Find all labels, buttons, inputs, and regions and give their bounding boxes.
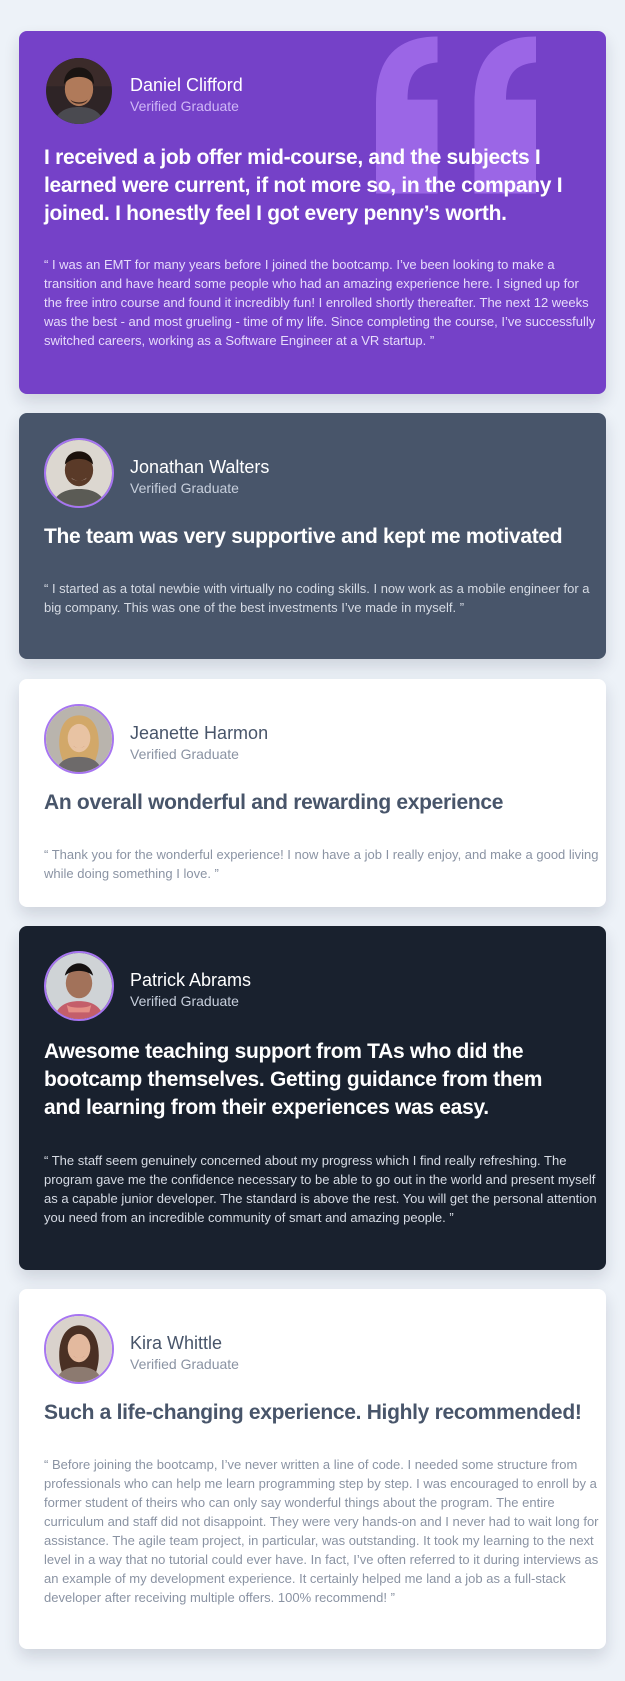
author-name: Daniel Clifford bbox=[130, 75, 243, 95]
testimonial-headline: The team was very supportive and kept me… bbox=[44, 525, 563, 548]
testimonial-headline: I received a job offer mid-course, and t… bbox=[44, 146, 563, 225]
author-role: Verified Graduate bbox=[130, 98, 239, 114]
testimonial-card-daniel-clifford: Daniel Clifford Verified Graduate I rece… bbox=[19, 31, 606, 394]
testimonial-body: “ I started as a total newbie with virtu… bbox=[44, 581, 590, 615]
author-role: Verified Graduate bbox=[130, 480, 239, 496]
testimonial-headline: Awesome teaching support from TAs who di… bbox=[44, 1040, 543, 1119]
author-name: Patrick Abrams bbox=[130, 970, 252, 990]
avatar bbox=[44, 56, 114, 126]
author-role: Verified Graduate bbox=[130, 1356, 239, 1372]
author-role: Verified Graduate bbox=[130, 746, 239, 762]
avatar bbox=[44, 438, 114, 508]
avatar bbox=[44, 951, 114, 1021]
testimonial-card-kira-whittle: Kira Whittle Verified Graduate Such a li… bbox=[19, 1289, 606, 1649]
testimonial-body: “ Before joining the bootcamp, I’ve neve… bbox=[44, 1457, 599, 1605]
testimonial-card-jonathan-walters: Jonathan Walters Verified Graduate The t… bbox=[19, 413, 606, 659]
testimonial-card-jeanette-harmon: Jeanette Harmon Verified Graduate An ove… bbox=[19, 679, 606, 907]
testimonial-body: “ Thank you for the wonderful experience… bbox=[44, 847, 599, 881]
testimonial-body: “ I was an EMT for many years before I j… bbox=[44, 257, 596, 348]
testimonial-card-patrick-abrams: Patrick Abrams Verified Graduate Awesome… bbox=[19, 926, 606, 1270]
author-role: Verified Graduate bbox=[130, 993, 239, 1009]
author-name: Jonathan Walters bbox=[130, 457, 270, 477]
author-name: Jeanette Harmon bbox=[130, 723, 269, 743]
avatar bbox=[44, 704, 114, 774]
testimonial-headline: Such a life-changing experience. Highly … bbox=[44, 1401, 582, 1424]
author-name: Kira Whittle bbox=[130, 1333, 223, 1353]
testimonial-headline: An overall wonderful and rewarding exper… bbox=[44, 791, 504, 814]
avatar bbox=[44, 1314, 114, 1384]
testimonial-body: “ The staff seem genuinely concerned abo… bbox=[44, 1153, 597, 1225]
